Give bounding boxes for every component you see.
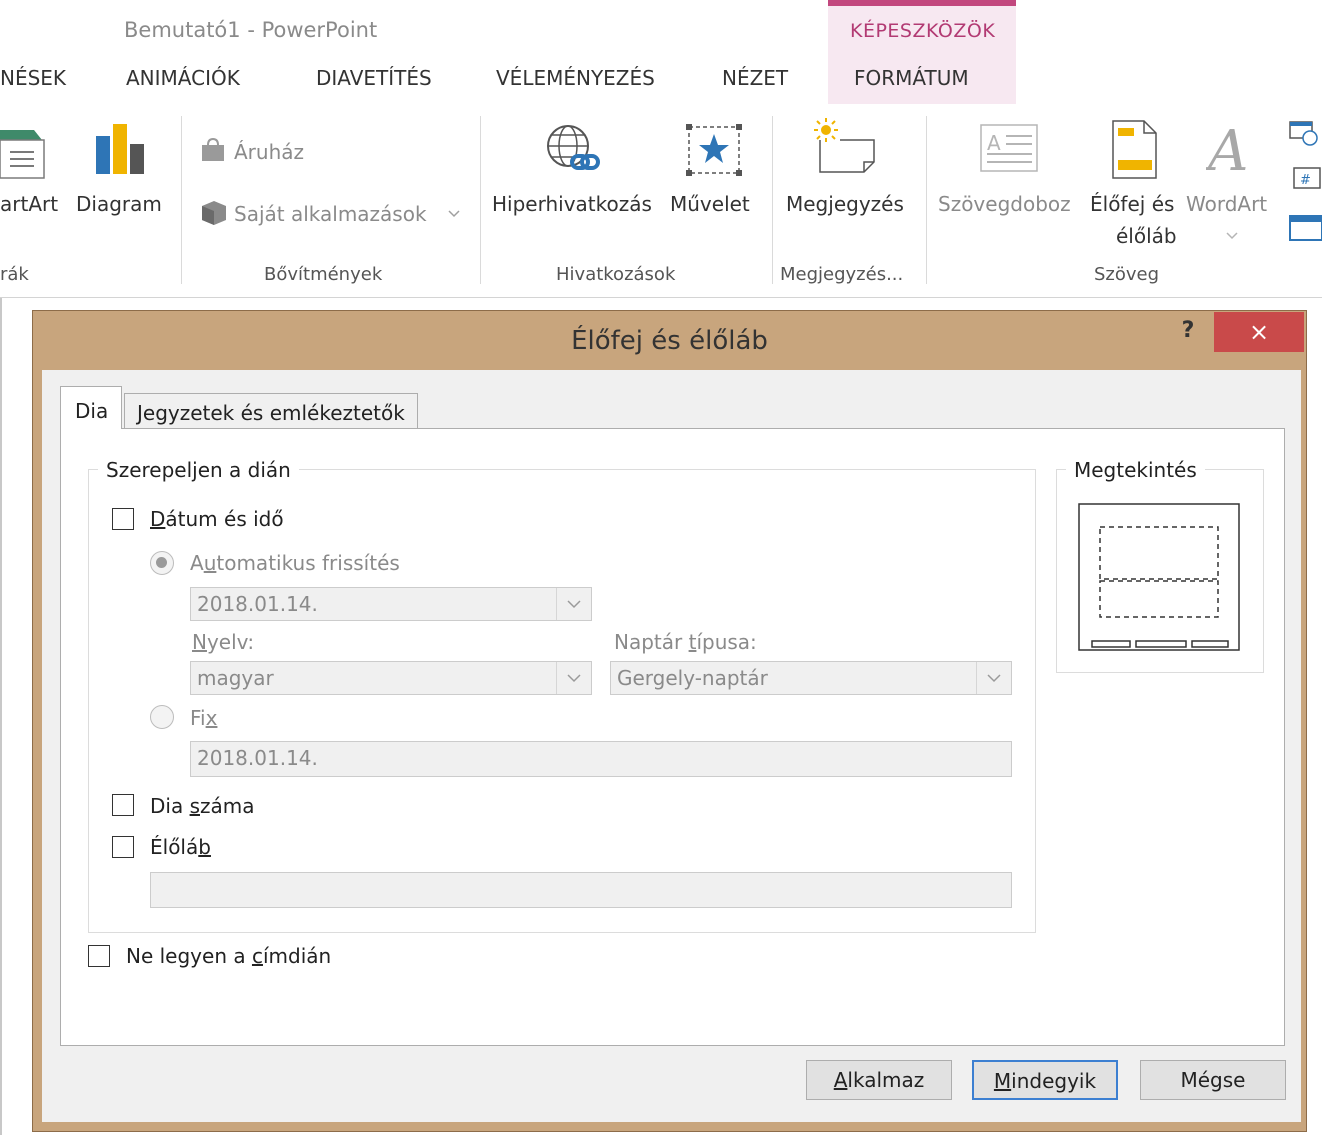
svg-text:#: # bbox=[1300, 173, 1311, 188]
footer-checkbox[interactable] bbox=[112, 836, 134, 858]
close-button[interactable]: × bbox=[1214, 312, 1304, 352]
wordart-icon[interactable]: A bbox=[1206, 120, 1252, 176]
smartart-label[interactable]: artArt bbox=[0, 192, 58, 216]
group-label-comments: Megjegyzés... bbox=[780, 264, 904, 285]
fixed-radio[interactable] bbox=[150, 705, 174, 729]
apply-button[interactable]: Alkalmaz bbox=[806, 1060, 952, 1100]
tab-slide[interactable]: Dia bbox=[60, 386, 122, 430]
header-footer-label-2[interactable]: élőláb bbox=[1116, 224, 1177, 248]
dont-show-on-title-label[interactable]: Ne legyen a címdián bbox=[126, 944, 331, 968]
dialog-title: Élőfej és élőláb bbox=[571, 326, 768, 356]
group-label-illustrations: rák bbox=[0, 264, 29, 285]
comment-label[interactable]: Megjegyzés bbox=[786, 192, 904, 216]
slide-preview bbox=[1078, 503, 1240, 651]
comment-icon[interactable] bbox=[814, 118, 878, 176]
group-label-text: Szöveg bbox=[1094, 264, 1160, 285]
hyperlink-label[interactable]: Hiperhivatkozás bbox=[492, 192, 652, 216]
fixed-date-input[interactable]: 2018.01.14. bbox=[190, 741, 1012, 777]
group-separator bbox=[926, 116, 927, 284]
dont-show-on-title-checkbox[interactable] bbox=[88, 945, 110, 967]
textbox-icon[interactable]: A bbox=[980, 124, 1040, 174]
auto-update-label[interactable]: Automatikus frissítés bbox=[190, 551, 400, 575]
action-label[interactable]: Művelet bbox=[670, 192, 750, 216]
dropdown-arrow[interactable] bbox=[976, 662, 1011, 694]
cancel-button[interactable]: Mégse bbox=[1140, 1060, 1286, 1100]
my-apps-label[interactable]: Saját alkalmazások bbox=[234, 202, 427, 226]
tab-slideshow[interactable]: DIAVETÍTÉS bbox=[316, 66, 432, 90]
radio-dot bbox=[156, 557, 167, 568]
header-footer-icon[interactable] bbox=[1112, 120, 1158, 180]
language-dropdown[interactable]: magyar bbox=[190, 661, 592, 695]
context-tab-title: KÉPESZKÖZÖK bbox=[850, 20, 996, 42]
chevron-down-icon[interactable] bbox=[448, 210, 460, 218]
date-time-checkbox[interactable] bbox=[112, 508, 134, 530]
language-label: Nyelv: bbox=[192, 630, 255, 654]
fixed-label[interactable]: Fix bbox=[190, 706, 217, 730]
language-value: magyar bbox=[197, 666, 274, 690]
include-on-slide-group bbox=[88, 469, 1036, 933]
svg-text:A: A bbox=[1206, 120, 1248, 176]
chevron-down-icon bbox=[567, 674, 581, 683]
calendar-type-dropdown[interactable]: Gergely-naptár bbox=[610, 661, 1012, 695]
footer-label[interactable]: Élőláb bbox=[150, 835, 211, 859]
date-time-icon[interactable]: # bbox=[1288, 120, 1322, 244]
group-separator bbox=[480, 116, 481, 284]
slide-number-label[interactable]: Dia száma bbox=[150, 794, 255, 818]
tab-transitions[interactable]: NÉSEK bbox=[0, 66, 66, 90]
chevron-down-icon bbox=[987, 674, 1001, 683]
store-icon[interactable] bbox=[200, 138, 226, 162]
chevron-down-icon bbox=[567, 600, 581, 609]
include-on-slide-title: Szerepeljen a dián bbox=[98, 458, 299, 482]
chevron-down-icon[interactable] bbox=[1226, 232, 1238, 240]
group-separator bbox=[772, 116, 773, 284]
preview-title: Megtekintés bbox=[1066, 458, 1205, 482]
dropdown-arrow[interactable] bbox=[556, 662, 591, 694]
textbox-label[interactable]: Szövegdoboz bbox=[938, 192, 1071, 216]
fixed-date-value: 2018.01.14. bbox=[197, 746, 318, 770]
slide-number-checkbox[interactable] bbox=[112, 794, 134, 816]
title-bar bbox=[0, 0, 1322, 108]
apply-to-all-button[interactable]: Mindegyik bbox=[972, 1060, 1118, 1100]
tab-notes-handouts[interactable]: Jegyzetek és emlékeztetők bbox=[124, 393, 418, 429]
group-label-addins: Bővítmények bbox=[264, 264, 383, 285]
calendar-type-label: Naptár típusa: bbox=[614, 630, 757, 654]
header-footer-label-1[interactable]: Élőfej és bbox=[1090, 192, 1174, 216]
store-label[interactable]: Áruház bbox=[234, 140, 304, 164]
slide-area-edge bbox=[0, 298, 2, 1135]
hyperlink-icon[interactable] bbox=[544, 122, 604, 178]
auto-date-dropdown[interactable]: 2018.01.14. bbox=[190, 587, 592, 621]
wordart-label[interactable]: WordArt bbox=[1186, 192, 1267, 216]
group-separator bbox=[181, 116, 182, 284]
date-time-label[interactable]: Dátum és idő bbox=[150, 507, 284, 531]
footer-text-input[interactable] bbox=[150, 872, 1012, 908]
help-button[interactable]: ? bbox=[1176, 318, 1200, 348]
calendar-type-value: Gergely-naptár bbox=[617, 666, 768, 690]
group-label-links: Hivatkozások bbox=[556, 264, 676, 285]
chart-icon[interactable] bbox=[96, 122, 146, 176]
my-apps-icon[interactable] bbox=[198, 200, 228, 226]
dropdown-arrow[interactable] bbox=[556, 588, 591, 620]
tab-review[interactable]: VÉLEMÉNYEZÉS bbox=[496, 66, 655, 90]
smartart-icon[interactable] bbox=[0, 126, 52, 182]
tab-view[interactable]: NÉZET bbox=[722, 66, 788, 90]
diagram-label[interactable]: Diagram bbox=[76, 192, 162, 216]
active-tab-joint bbox=[61, 427, 121, 430]
auto-date-value: 2018.01.14. bbox=[197, 592, 318, 616]
tab-animations[interactable]: ANIMÁCIÓK bbox=[126, 66, 240, 90]
svg-text:A: A bbox=[987, 131, 1001, 155]
action-star-icon[interactable] bbox=[686, 124, 742, 176]
tab-format[interactable]: FORMÁTUM bbox=[854, 66, 969, 90]
app-title: Bemutató1 - PowerPoint bbox=[124, 18, 378, 42]
auto-update-radio[interactable] bbox=[150, 551, 174, 575]
